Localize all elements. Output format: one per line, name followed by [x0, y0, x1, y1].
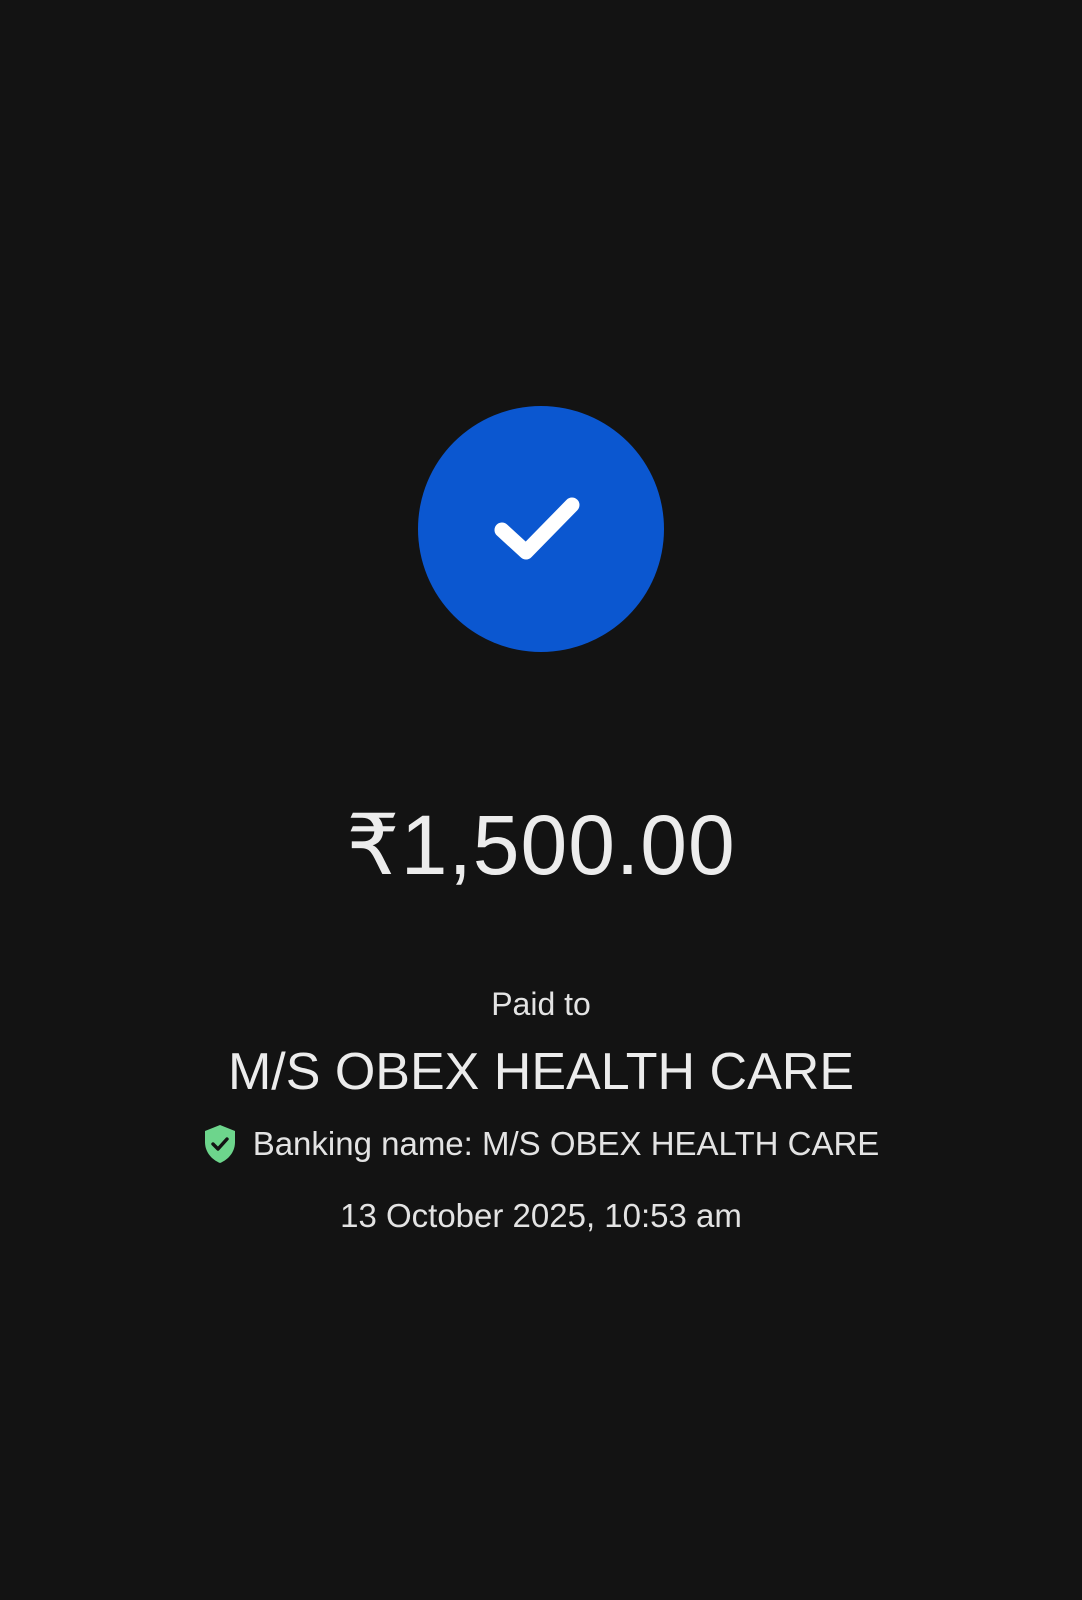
success-status-circle: [418, 406, 664, 652]
check-icon: [494, 497, 580, 560]
payee-name: M/S OBEX HEALTH CARE: [227, 1043, 855, 1101]
payment-amount: ₹1,500.00: [346, 798, 736, 892]
payment-timestamp: 13 October 2025, 10:53 am: [340, 1197, 742, 1234]
payment-success-screen: ₹1,500.00 Paid to M/S OBEX HEALTH CARE B…: [0, 0, 1082, 1600]
banking-name-row: Banking name: M/S OBEX HEALTH CARE: [0, 1122, 1082, 1166]
banking-name-text: Banking name: M/S OBEX HEALTH CARE: [252, 1125, 880, 1162]
shield-check-icon: [204, 1125, 235, 1163]
paid-to-label: Paid to: [491, 986, 591, 1022]
